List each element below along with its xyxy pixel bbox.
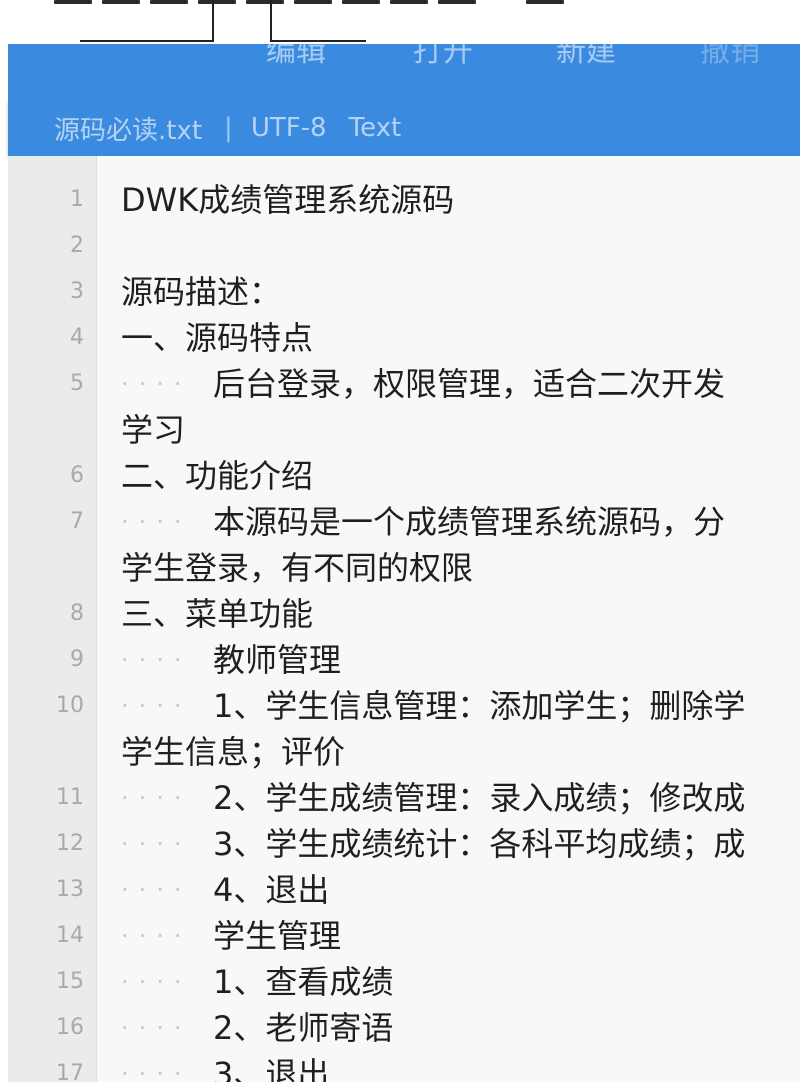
text-line: ···· 学生管理 [121,913,341,959]
cropped-mark [198,0,236,4]
indent-marker: ···· [121,784,192,812]
line-number: 9 [70,647,84,672]
cropped-mark [294,0,332,4]
text-line: ···· 1、查看成绩 [121,959,393,1005]
cropped-line [270,40,366,42]
text-line: 三、菜单功能 [121,595,314,633]
cropped-line [80,40,212,42]
text-line-content: 本源码是一个成绩管理系统源码，分 [213,503,726,541]
line-number: 5 [70,371,84,396]
cropped-mark [526,0,564,4]
line-number: 12 [56,831,84,856]
text-line-content: 2、老师寄语 [213,1009,394,1047]
text-line: ···· 2、老师寄语 [121,1005,393,1051]
top-cropped-marks [54,0,614,6]
cropped-mark [342,0,380,4]
text-line: ···· 教师管理 [121,637,341,683]
cropped-mark [390,0,428,4]
file-info-bar: 源码必读.txt | UTF-8 Text [8,100,800,156]
text-line: 一、源码特点 [121,319,314,357]
indent-marker: ···· [121,692,192,720]
top-strip [0,0,800,44]
line-number: 3 [70,279,84,304]
text-line-wrapped: 学生信息；评价 [121,733,346,771]
text-editor[interactable]: 1 2 3 4 5 6 7 8 9 10 11 12 13 14 15 16 1… [8,156,800,1082]
text-line-content: 3、学生成绩统计：各科平均成绩；成 [213,825,746,863]
text-line-content: 3、退出 [213,1055,330,1082]
line-number: 10 [56,693,84,718]
line-number: 14 [56,923,84,948]
text-line-wrapped: 学生登录，有不同的权限 [121,549,474,587]
line-number: 4 [70,325,84,350]
line-number: 2 [70,233,84,258]
text-line-content: 教师管理 [213,641,342,679]
text-line-content: 1、查看成绩 [213,963,394,1001]
text-line: 二、功能介绍 [121,457,314,495]
file-type[interactable]: Text [349,113,402,143]
file-info-separator: | [224,113,233,143]
text-line: ···· 2、学生成绩管理：录入成绩；修改成 [121,775,745,821]
line-number: 13 [56,877,84,902]
line-number: 6 [70,463,84,488]
indent-marker: ···· [121,508,192,536]
cropped-mark [438,0,476,4]
indent-marker: ···· [121,1060,192,1082]
text-line-content: 学生管理 [213,917,342,955]
edit-button[interactable]: 编辑 [266,44,326,70]
line-number: 1 [70,187,84,212]
indent-marker: ···· [121,876,192,904]
editor-toolbar: 编辑 打开 新建 撤销 [8,44,800,100]
line-number: 17 [56,1061,84,1082]
cropped-mark [150,0,188,4]
text-line: ···· 本源码是一个成绩管理系统源码，分 [121,499,725,545]
text-line-content: 2、学生成绩管理：录入成绩；修改成 [213,779,746,817]
cropped-line [212,0,214,42]
line-number: 11 [56,785,84,810]
cropped-mark [246,0,284,4]
indent-marker: ···· [121,1014,192,1042]
indent-marker: ···· [121,968,192,996]
file-encoding[interactable]: UTF-8 [251,113,327,143]
text-line: ···· 1、学生信息管理：添加学生；删除学 [121,683,745,729]
text-line: DWK成绩管理系统源码 [121,181,455,219]
text-line: ···· 后台登录，权限管理，适合二次开发 [121,361,725,407]
line-number: 16 [56,1015,84,1040]
text-line-content: 4、退出 [213,871,330,909]
text-line-wrapped: 学习 [121,411,186,449]
open-button[interactable]: 打开 [413,44,473,70]
undo-button[interactable]: 撤销 [700,44,760,70]
text-line-content: 后台登录，权限管理，适合二次开发 [213,365,726,403]
indent-marker: ···· [121,922,192,950]
line-number: 8 [70,601,84,626]
indent-marker: ···· [121,830,192,858]
text-line: 源码描述： [121,273,282,311]
cropped-mark [102,0,140,4]
cropped-mark [54,0,92,4]
line-number: 7 [70,509,84,534]
text-line: ···· 3、学生成绩统计：各科平均成绩；成 [121,821,745,867]
file-name: 源码必读.txt [54,115,203,146]
indent-marker: ···· [121,370,192,398]
text-line: ···· 4、退出 [121,867,329,913]
line-number-gutter: 1 2 3 4 5 6 7 8 9 10 11 12 13 14 15 16 1… [8,156,97,1082]
indent-marker: ···· [121,646,192,674]
text-line: ···· 3、退出 [121,1051,329,1082]
line-number: 15 [56,969,84,994]
new-button[interactable]: 新建 [556,44,616,70]
cropped-line [270,0,272,42]
text-line-content: 1、学生信息管理：添加学生；删除学 [213,687,746,725]
